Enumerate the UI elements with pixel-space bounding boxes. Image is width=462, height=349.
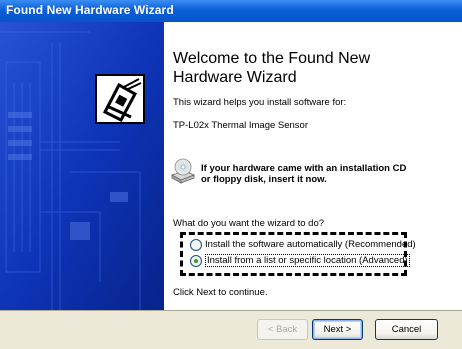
- option-automatic[interactable]: Install the software automatically (Reco…: [190, 238, 416, 251]
- cd-prompt-line-1: If your hardware came with an installati…: [201, 163, 407, 174]
- options-highlight-box: Install the software automatically (Reco…: [180, 232, 416, 276]
- option-advanced-label[interactable]: Install from a list or specific location…: [205, 254, 410, 267]
- continue-hint: Click Next to continue.: [173, 287, 268, 298]
- cd-prompt-line-2: or floppy disk, insert it now.: [201, 174, 327, 185]
- radio-advanced[interactable]: [190, 254, 202, 267]
- wizard-content: Welcome to the Found New Hardware Wizard…: [164, 22, 462, 310]
- question-text: What do you want the wizard to do?: [173, 218, 325, 229]
- cd-drive-icon: [170, 158, 196, 184]
- radio-automatic[interactable]: [190, 238, 202, 251]
- wizard-heading: Welcome to the Found New Hardware Wizard: [173, 49, 453, 87]
- option-advanced[interactable]: Install from a list or specific location…: [190, 254, 410, 267]
- device-name: TP-L02x Thermal Image Sensor: [173, 120, 308, 131]
- title-bar[interactable]: Found New Hardware Wizard: [0, 0, 462, 22]
- intro-text: This wizard helps you install software f…: [173, 97, 347, 108]
- option-automatic-label[interactable]: Install the software automatically (Reco…: [205, 239, 416, 250]
- heading-line-1: Welcome to the Found New: [173, 50, 371, 67]
- wizard-footer: < Back Next > Cancel: [0, 311, 462, 349]
- wizard-window: Found New Hardware Wizard Welcome to the…: [0, 0, 462, 349]
- next-button[interactable]: Next >: [312, 319, 363, 340]
- side-panel-decoration: [0, 22, 164, 310]
- cancel-button[interactable]: Cancel: [375, 319, 438, 340]
- heading-line-2: Hardware Wizard: [173, 69, 297, 86]
- cd-prompt: If your hardware came with an installati…: [201, 163, 459, 185]
- window-title: Found New Hardware Wizard: [6, 3, 174, 17]
- hardware-board-icon: [95, 74, 145, 124]
- back-button[interactable]: < Back: [257, 319, 308, 340]
- wizard-side-panel: [0, 22, 164, 310]
